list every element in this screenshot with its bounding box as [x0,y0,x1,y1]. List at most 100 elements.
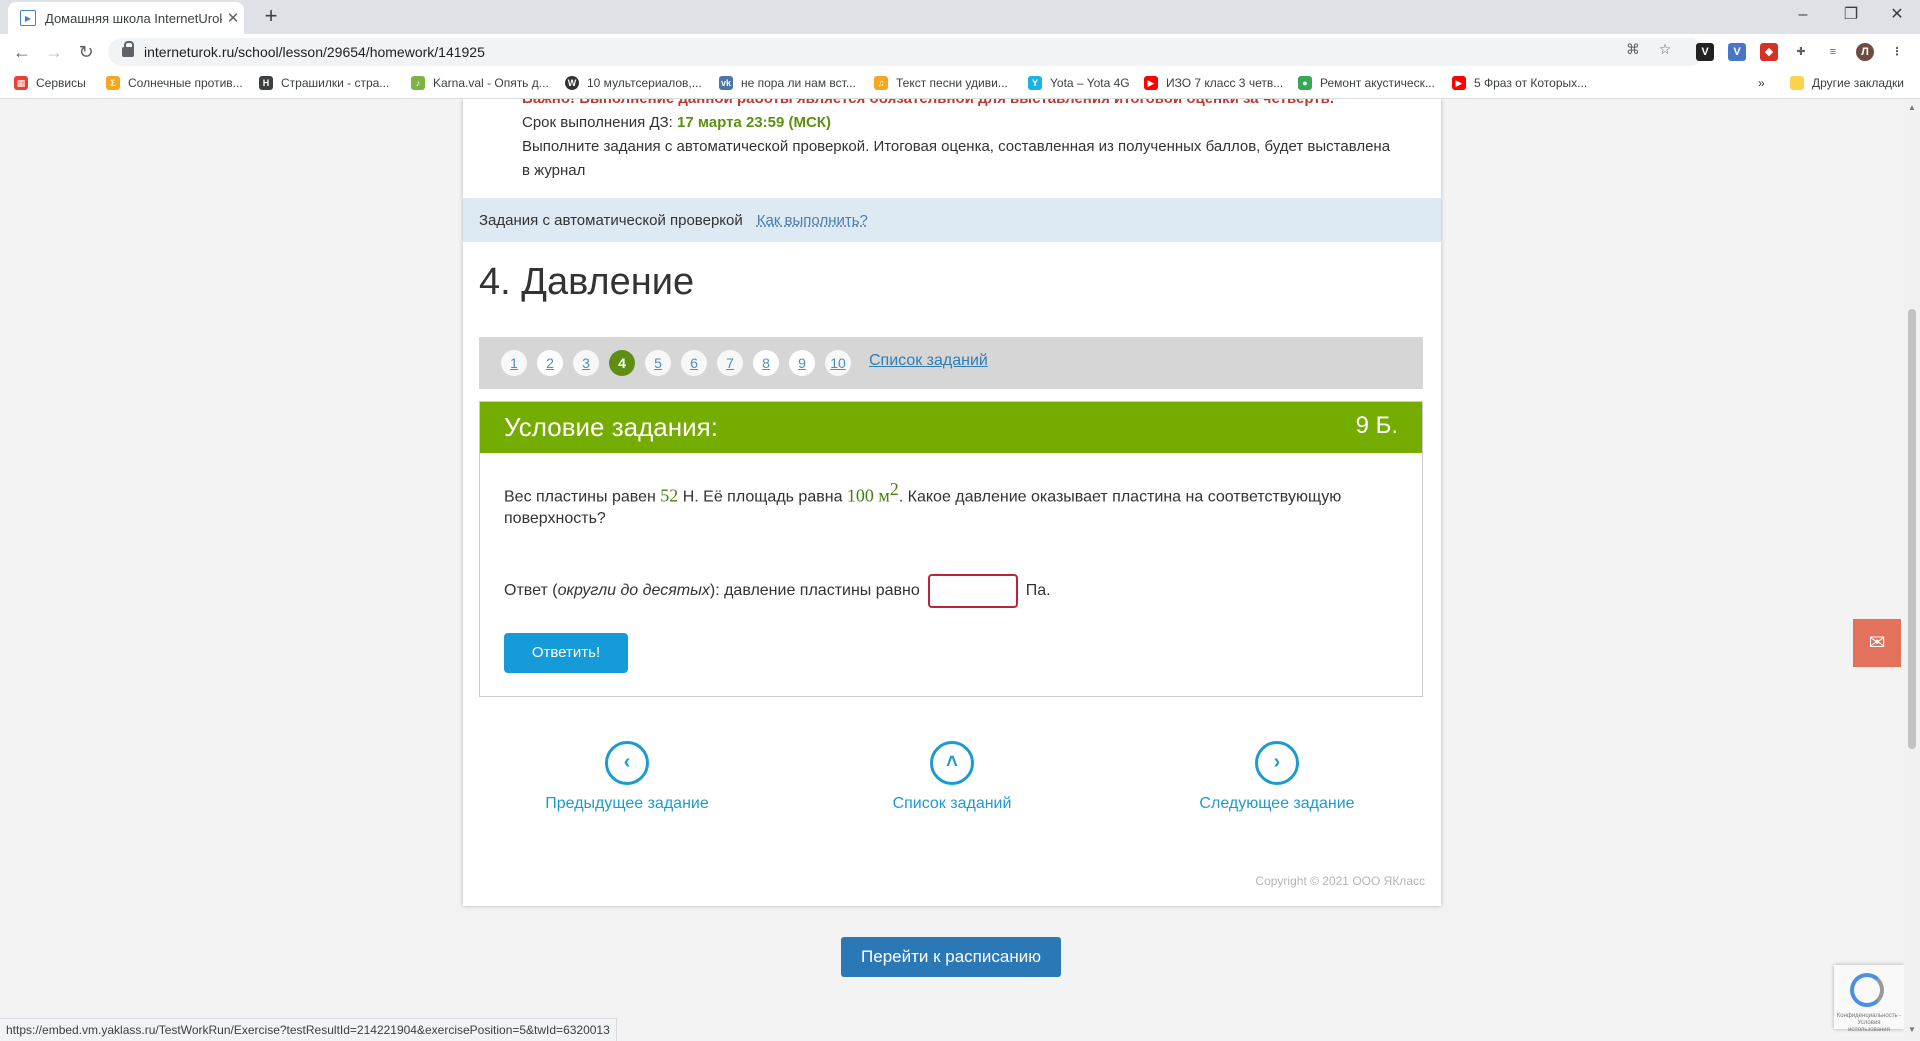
youtube-icon: ▶ [1144,76,1158,90]
bookmark-item[interactable]: W 10 мультсериалов,... [565,76,702,90]
task-number-10[interactable]: 10 [825,350,851,376]
other-bookmarks[interactable]: Другие закладки [1790,76,1904,90]
answer-button[interactable]: Ответить! [504,633,628,673]
bookmark-favicon-icon: Σ [106,76,120,90]
apps-grid-icon: ▦ [14,76,28,90]
instructions: Выполните задания с автоматической прове… [522,138,1391,179]
scroll-up-icon[interactable]: ▲ [1904,103,1920,112]
bookmark-item[interactable]: Н Страшилки - стра... [259,76,389,90]
puzzle-icon[interactable]: ✚ [1792,43,1810,61]
chevron-up-icon[interactable]: ˄ [930,741,974,785]
youtube-icon: ▶ [1452,76,1466,90]
task-number-2[interactable]: 2 [537,350,563,376]
star-icon[interactable]: ☆ [1656,40,1674,58]
vk-icon: vk [719,76,733,90]
reading-list-icon[interactable]: ≡ [1824,43,1842,61]
play-icon: ▶ [20,10,36,26]
page-scrollbar[interactable]: ▲ ▼ [1904,99,1920,1040]
schedule-button[interactable]: Перейти к расписанию [841,937,1061,977]
new-tab-icon[interactable]: + [258,4,284,30]
bookmark-favicon-icon: Н [259,76,273,90]
scrollbar-thumb[interactable] [1908,309,1916,749]
task-points: 9 Б. [1355,412,1398,439]
extension-v-blue-icon[interactable]: V [1728,43,1746,61]
task-box: Условие задания: 9 Б. Вес пластины равен… [479,401,1423,697]
task-header: Условие задания: 9 Б. [480,402,1422,453]
task-condition: Вес пластины равен 52 Н. Её площадь равн… [504,479,1342,528]
recaptcha-badge[interactable]: Конфиденциальность - Условия использован… [1834,965,1904,1033]
condition-heading: Условие задания: [504,412,718,442]
bookmarks-overflow-icon[interactable]: » [1758,76,1765,90]
next-task-nav[interactable]: › Следующее задание [1157,741,1397,813]
bookmark-services[interactable]: ▦ Сервисы [14,76,86,90]
task-number-3[interactable]: 3 [573,350,599,376]
area-value: 100 [846,485,874,506]
lock-icon [122,41,134,57]
bookmark-item[interactable]: ● Ремонт акустическ... [1298,76,1435,90]
url-text: interneturok.ru/school/lesson/29654/home… [144,44,485,60]
bookmark-item[interactable]: vk не пора ли нам вст... [719,76,856,90]
chevron-right-icon[interactable]: › [1255,741,1299,785]
close-tab-icon[interactable]: ✕ [222,9,244,27]
bookmark-item[interactable]: ▶ ИЗО 7 класс 3 четв... [1144,76,1283,90]
reload-icon[interactable]: ↻ [72,38,100,66]
page-title: 4. Давление [479,261,695,303]
copyright: Copyright © 2021 ООО ЯКласс [1255,874,1425,888]
task-number-bar: 1 2 3 4 5 6 7 8 9 10 Список заданий [479,337,1423,389]
bookmark-favicon-icon: ♪ [411,76,425,90]
task-list-link[interactable]: Список заданий [869,352,988,370]
bookmarks-bar: ▦ Сервисы Σ Солнечные против... Н Страшилки… [0,70,1920,99]
task-number-1[interactable]: 1 [501,350,527,376]
close-window-icon[interactable]: ✕ [1874,0,1920,34]
scroll-down-icon[interactable]: ▼ [1904,1025,1920,1034]
task-number-5[interactable]: 5 [645,350,671,376]
important-note: Важно! Выполнение данной работы является… [522,99,1334,111]
address-bar[interactable]: interneturok.ru/school/lesson/29654/home… [108,38,1704,66]
recaptcha-icon [1850,973,1884,1007]
task-number-8[interactable]: 8 [753,350,779,376]
translate-icon[interactable]: ⌘ [1624,40,1642,58]
bookmark-item[interactable]: ♪ Karna.val - Опять д... [411,76,549,90]
answer-input[interactable] [927,574,1018,608]
profile-avatar[interactable]: Л [1856,43,1874,61]
answer-unit: Па. [1025,582,1051,599]
minimize-icon[interactable]: – [1780,0,1826,34]
weight-value: 52 [660,485,679,506]
menu-icon[interactable]: ⋮ [1888,43,1906,61]
bookmark-favicon-icon: ● [1298,76,1312,90]
auto-check-bar: Задания с автоматической проверкой Как в… [463,198,1441,242]
bookmark-item[interactable]: ▶ 5 Фраз от Которых... [1452,76,1587,90]
bookmark-item[interactable]: Σ Солнечные против... [106,76,243,90]
next-task-label[interactable]: Следующее задание [1157,795,1397,813]
bookmark-favicon-icon: W [565,76,579,90]
extension-v-dark-icon[interactable]: V [1696,43,1714,61]
bookmark-item[interactable]: Y Yota – Yota 4G [1028,76,1130,90]
bookmark-favicon-icon: Y [1028,76,1042,90]
task-list-nav[interactable]: ˄ Список заданий [832,741,1072,813]
task-number-9[interactable]: 9 [789,350,815,376]
chevron-left-icon[interactable]: ‹ [605,741,649,785]
task-list-label[interactable]: Список заданий [832,795,1072,813]
tab-title: Домашняя школа InternetUrok.r [45,10,222,26]
forward-icon[interactable]: → [40,38,68,66]
task-number-4[interactable]: 4 [609,350,635,376]
prev-task-label[interactable]: Предыдущее задание [507,795,747,813]
how-to-link[interactable]: Как выполнить? [757,212,868,229]
restore-icon[interactable]: ❐ [1828,0,1874,34]
page-viewport: Важно! Выполнение данной работы является… [0,99,1904,1040]
extension-shield-icon[interactable]: ◆ [1760,43,1778,61]
task-number-6[interactable]: 6 [681,350,707,376]
status-bar: https://embed.vm.yaklass.ru/TestWorkRun/… [0,1018,617,1041]
prev-task-nav[interactable]: ‹ Предыдущее задание [507,741,747,813]
answer-row: Ответ (округли до десятых): давление пла… [504,574,1051,608]
back-icon[interactable]: ← [8,38,36,66]
homework-card: Важно! Выполнение данной работы является… [463,99,1441,906]
bookmark-item[interactable]: ♫ Текст песни удиви... [874,76,1008,90]
chat-icon[interactable]: ✉ [1853,619,1901,667]
task-number-7[interactable]: 7 [717,350,743,376]
tab-strip: ▶ Домашняя школа InternetUrok.r ✕ + – ❐ … [0,0,1920,34]
deadline: Срок выполнения ДЗ: 17 марта 23:59 (МСК) [522,114,831,131]
browser-tab[interactable]: ▶ Домашняя школа InternetUrok.r ✕ [8,2,244,34]
bookmark-favicon-icon: ♫ [874,76,888,90]
folder-icon [1790,76,1804,90]
